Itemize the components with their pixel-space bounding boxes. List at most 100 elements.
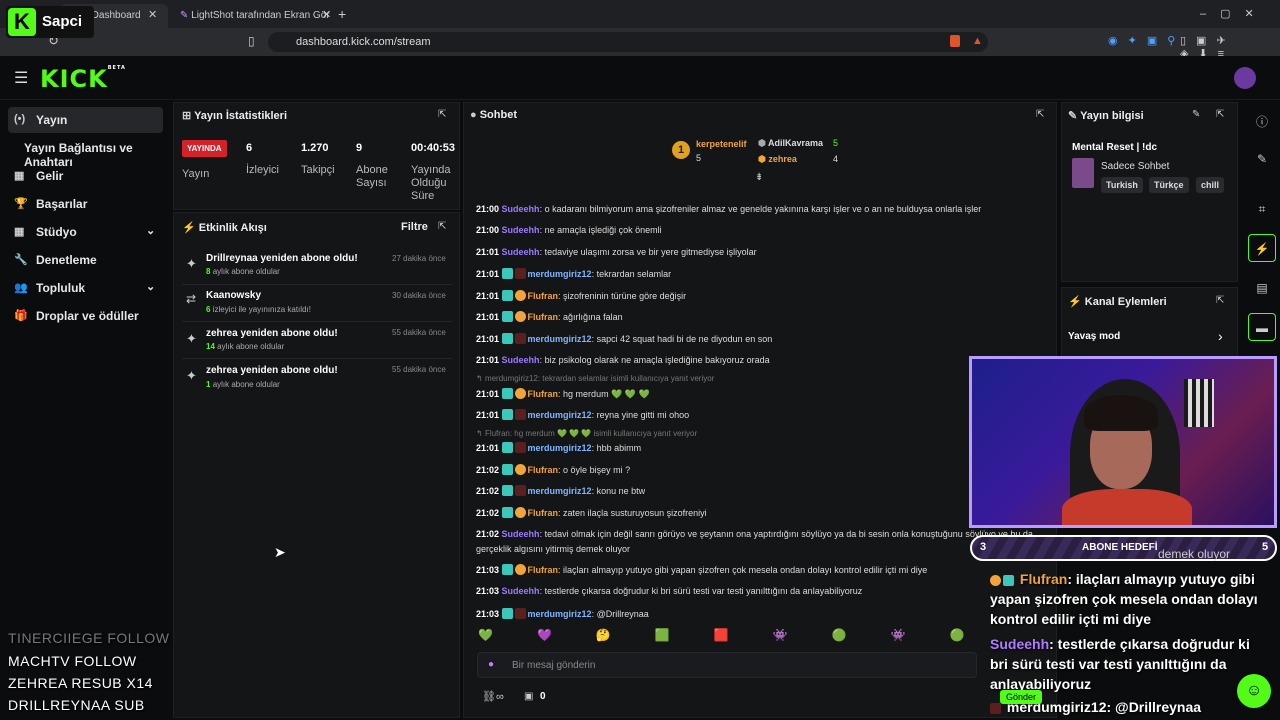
chat-message: 21:03 Sudeehh: testlerde çıkarsa doğrudu… (476, 586, 862, 596)
popout-icon[interactable]: ⇱ (438, 221, 446, 232)
leader-count: 5 (833, 138, 839, 148)
alert-feed-item: TINERCIIEGE FOLLOW (8, 630, 170, 646)
message-user[interactable]: Flufran (528, 565, 559, 575)
hamburger-menu-icon[interactable]: ☰ (14, 68, 28, 88)
streamer-name: Sapci (42, 13, 83, 30)
reply-text: merdumgiriz12: tekrardan selamlar isimli… (484, 374, 715, 383)
sidebar-item-basarilar[interactable]: 🏆 Başarılar (8, 191, 163, 217)
crop-icon[interactable]: ⌗ (1248, 195, 1276, 223)
leader-name[interactable]: ⬢ AdilKavrama (758, 138, 823, 149)
message-user[interactable]: merdumgiriz12 (528, 609, 592, 619)
brave-rewards-icon[interactable]: ▲ (972, 35, 983, 47)
chat-icon[interactable]: ▬ (1248, 313, 1276, 341)
bookmark-icon[interactable]: ▯ (248, 34, 255, 48)
edit-icon[interactable]: ✎ (1192, 109, 1200, 120)
grid-icon: ▦ (14, 226, 25, 238)
tag[interactable]: Türkçe (1149, 177, 1189, 193)
message-user[interactable]: merdumgiriz12 (528, 443, 592, 453)
extension-icons[interactable]: ◉✦▣⚲ (1108, 34, 1185, 47)
badge-icon (501, 409, 513, 420)
message-text: : tekrardan selamlar (591, 269, 672, 279)
link-icon[interactable]: ⛓∞ (482, 690, 504, 703)
filter-button[interactable]: Filtre (401, 221, 428, 233)
message-user[interactable]: Flufran (528, 508, 559, 518)
kick-logo[interactable]: KICKBETA (40, 65, 126, 93)
popout-icon[interactable]: ⇱ (1216, 295, 1224, 306)
message-user[interactable]: Sudeehh (502, 529, 540, 539)
tag[interactable]: chill (1196, 177, 1225, 193)
edit-icon[interactable]: ✎ (1248, 145, 1276, 173)
message-time: 21:01 (476, 312, 500, 322)
microphone-icon[interactable]: ● (488, 659, 494, 670)
message-user[interactable]: Flufran (528, 291, 559, 301)
message-time: 21:03 (476, 609, 500, 619)
emote-bar[interactable]: 💚💜🤔🟩🟥👾🟢👾🟢 (478, 628, 1048, 642)
clipboard-icon[interactable]: ▤ (1248, 274, 1276, 302)
badge-icon (514, 485, 526, 496)
browser-tab-lightshot[interactable]: ✎ LightShot tarafından Ekran Görüntüsü (170, 4, 330, 28)
chat-input-placeholder: Bir mesaj gönderin (512, 660, 596, 671)
message-time: 21:01 (476, 291, 500, 301)
chat-input[interactable]: ● Bir mesaj gönderin (477, 652, 977, 678)
popout-icon[interactable]: ⇱ (1216, 109, 1224, 120)
slow-mode-label[interactable]: Yavaş mod (1068, 331, 1120, 342)
event-time: 55 dakika önce (392, 328, 446, 337)
chat-message: 21:02 Flufran: o öyle bişey mi ? (476, 464, 630, 475)
tab-close-icon[interactable]: ✕ (148, 8, 157, 21)
activity-panel (173, 212, 460, 718)
message-user[interactable]: Flufran (528, 312, 559, 322)
address-bar[interactable]: dashboard.kick.com/stream (268, 32, 988, 52)
sparkle-icon: ✦ (186, 256, 197, 271)
sparkle-icon: ✦ (186, 331, 197, 346)
live-badge: YAYINDA (182, 140, 227, 157)
tab-close-icon[interactable]: ✕ (322, 8, 331, 21)
sidebar-item-yayin[interactable]: (•) Yayın (8, 107, 163, 133)
message-text: : hg merdum 💚 💚 💚 (558, 389, 650, 399)
overlay-chat-line: Flufran: ilaçları almayıp yutuyo gibi ya… (990, 569, 1265, 629)
send-button[interactable]: Gönder (1000, 690, 1043, 704)
sidebar-item-topluluk[interactable]: 👥 Topluluk ⌄ (8, 275, 163, 301)
message-text: : konu ne btw (591, 486, 646, 496)
lightning-icon[interactable]: ⚡ (1248, 234, 1276, 262)
message-user[interactable]: merdumgiriz12 (528, 410, 592, 420)
sidebar-item-studyo[interactable]: ▦ Stüdyo ⌄ (8, 219, 163, 245)
chevron-right-icon[interactable]: › (1218, 328, 1223, 344)
collapse-icon[interactable]: ⇟ (755, 172, 763, 183)
sidebar-item-gelir[interactable]: ▦ Gelir (8, 163, 163, 189)
user-avatar[interactable] (1234, 67, 1256, 89)
message-user[interactable]: Sudeehh (502, 355, 540, 365)
message-user[interactable]: Flufran (528, 389, 559, 399)
message-time: 21:01 (476, 269, 500, 279)
message-user[interactable]: merdumgiriz12 (528, 486, 592, 496)
tag[interactable]: Turkish (1101, 177, 1143, 193)
info-icon[interactable]: ⓘ (1248, 106, 1276, 134)
logo-text: KICK (40, 65, 108, 93)
message-user[interactable]: Flufran (528, 465, 559, 475)
new-tab-icon[interactable]: + (338, 6, 346, 22)
leader-name[interactable]: ⬢ zehrea (758, 154, 797, 165)
brave-shield-icon[interactable] (950, 35, 960, 47)
popout-icon[interactable]: ⇱ (1036, 109, 1044, 120)
sidebar-item-stream-key[interactable]: Yayın Bağlantısı ve Anahtarı (8, 135, 178, 169)
tab-label: LightShot tarafından Ekran Görüntüsü (191, 10, 330, 21)
badge-icon: ⬢ (758, 138, 769, 148)
message-user[interactable]: Sudeehh (502, 247, 540, 257)
window-controls[interactable]: –▢✕ (1200, 7, 1268, 20)
badge-icon (501, 442, 513, 453)
popout-icon[interactable]: ⇱ (438, 109, 446, 120)
message-user[interactable]: Sudeehh (502, 204, 540, 214)
sidebar-item-denetleme[interactable]: 🔧 Denetleme (8, 247, 163, 273)
reply-icon: ↰ (476, 374, 485, 383)
support-chat-icon[interactable]: ☺ (1237, 674, 1271, 708)
message-user[interactable]: Sudeehh (502, 225, 540, 235)
subs-value: 9 (356, 142, 363, 154)
message-user[interactable]: merdumgiriz12 (528, 334, 592, 344)
leader-name[interactable]: kerpetenelif (696, 139, 747, 149)
message-user[interactable]: merdumgiriz12 (528, 269, 592, 279)
message-user[interactable]: Sudeehh (502, 586, 540, 596)
sidebar-item-droplar[interactable]: 🎁 Droplar ve ödüller (8, 303, 163, 329)
badge-icon (501, 388, 513, 399)
chat-message-continuation: gerçeklik algısını yitirmiş demek oluyor (476, 544, 630, 554)
badge-icon (514, 268, 526, 279)
gift-icon: 🎁 (14, 310, 28, 322)
